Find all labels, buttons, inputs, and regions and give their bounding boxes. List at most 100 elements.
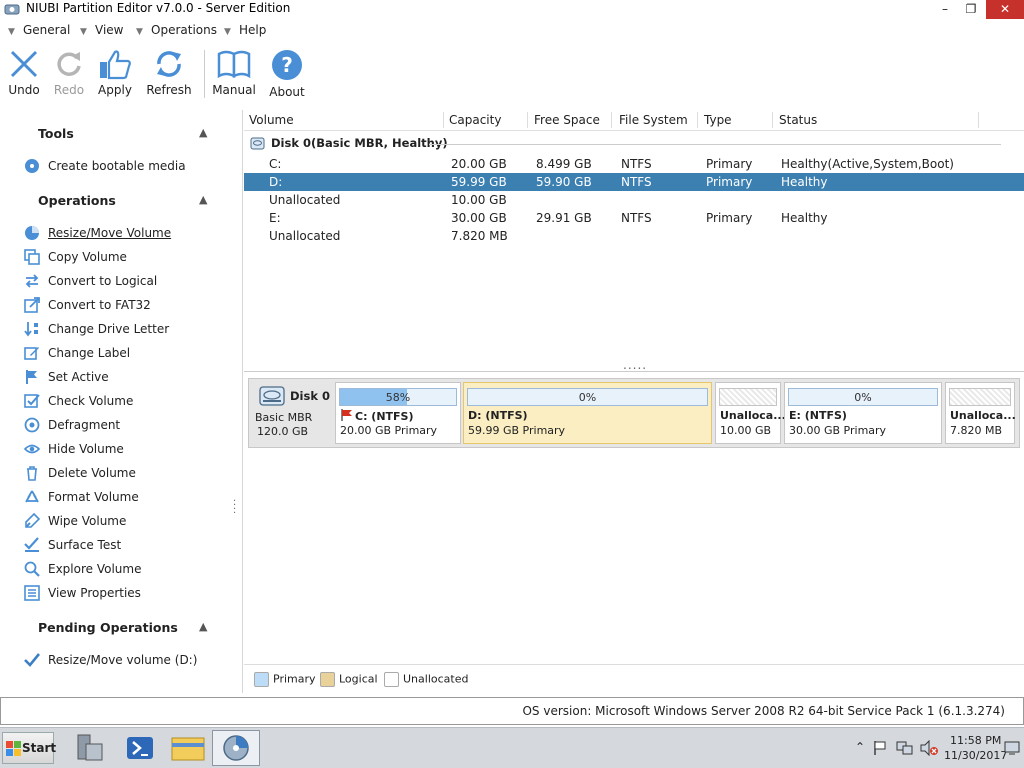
usage-percent: 0% (578, 391, 597, 404)
delete-volume[interactable]: Delete Volume (24, 464, 234, 484)
tools-heading: Tools (38, 126, 74, 141)
tray-expand-icon[interactable]: ⌃ (855, 740, 865, 754)
cell-capacity: 59.99 GB (451, 175, 507, 189)
table-row[interactable]: Unallocated 7.820 MB (244, 227, 1024, 245)
title-bar: NIUBI Partition Editor v7.0.0 - Server E… (0, 0, 1024, 19)
refresh-button[interactable]: Refresh (141, 44, 197, 97)
legend: Primary Logical Unallocated (244, 664, 1024, 693)
legend-swatch (384, 672, 399, 687)
convert-to-logical[interactable]: Convert to Logical (24, 272, 234, 292)
defragment-icon (24, 417, 40, 433)
taskbar-server-manager[interactable] (66, 730, 114, 766)
window-title: NIUBI Partition Editor v7.0.0 - Server E… (26, 1, 291, 15)
surface-test[interactable]: Surface Test (24, 536, 234, 556)
chevron-down-icon: ▼ (136, 27, 143, 37)
change-label[interactable]: Change Label (24, 344, 234, 364)
about-button[interactable]: ? About (259, 44, 315, 99)
col-type[interactable]: Type (704, 113, 732, 127)
col-volume[interactable]: Volume (249, 113, 294, 127)
col-file-system[interactable]: File System (619, 113, 688, 127)
clock-time: 11:58 PM (950, 734, 1002, 747)
collapse-tools-icon[interactable]: ▲ (199, 126, 207, 139)
menu-general[interactable]: ▼ General (8, 23, 70, 37)
clock[interactable]: 11:58 PM 11/30/2017 (944, 733, 1007, 763)
minimize-button[interactable]: – (932, 0, 958, 19)
legend-swatch (254, 672, 269, 687)
collapse-operations-icon[interactable]: ▲ (199, 193, 207, 206)
op-label: Delete Volume (48, 466, 136, 480)
convert-to-fat32[interactable]: Convert to FAT32 (24, 296, 234, 316)
about-icon: ? (272, 50, 302, 80)
partition-block[interactable]: Unalloca... 10.00 GB (715, 382, 786, 444)
create-bootable-media[interactable]: Create bootable media (24, 157, 234, 177)
folder-icon (171, 737, 205, 761)
resize-move-volume[interactable]: Resize/Move Volume (24, 224, 234, 244)
cell-type: Primary (706, 157, 753, 171)
col-status[interactable]: Status (779, 113, 817, 127)
legend-label: Primary (273, 672, 316, 686)
partition-name-text: Unalloca... (720, 409, 786, 422)
convert-fat32-icon (24, 297, 40, 313)
copy-volume[interactable]: Copy Volume (24, 248, 234, 268)
wipe-volume[interactable]: Wipe Volume (24, 512, 234, 532)
manual-button[interactable]: Manual (206, 44, 262, 97)
collapse-pending-icon[interactable]: ▲ (199, 620, 207, 633)
col-divider (772, 112, 773, 128)
table-row[interactable]: Unallocated 10.00 GB (244, 191, 1024, 209)
op-label: Resize/Move volume (D:) (48, 653, 198, 667)
menu-label: General (23, 23, 71, 37)
view-properties[interactable]: View Properties (24, 584, 234, 604)
op-label: View Properties (48, 586, 141, 600)
pane-resize-handle[interactable]: ..... (623, 358, 647, 372)
taskbar-niubi[interactable] (212, 730, 260, 766)
checkmark-icon (24, 653, 40, 667)
network-icon[interactable] (896, 740, 914, 756)
disk-group-row[interactable]: Disk 0(Basic MBR, Healthy) (244, 135, 1024, 153)
partition-name-text: C: (NTFS) (355, 410, 414, 423)
disk-0-info[interactable]: Disk 0 Basic MBR 120.0 GB (251, 381, 333, 445)
volume-muted-icon[interactable] (920, 740, 938, 756)
operations-heading: Operations (38, 193, 116, 208)
col-free-space[interactable]: Free Space (534, 113, 600, 127)
set-active[interactable]: Set Active (24, 368, 234, 388)
start-button[interactable]: Start (2, 732, 56, 764)
legend-logical: Logical (320, 672, 378, 687)
show-desktop-icon[interactable] (1004, 740, 1020, 756)
refresh-icon (157, 51, 181, 77)
taskbar-powershell[interactable] (116, 730, 164, 766)
cell-fs: NTFS (621, 175, 652, 189)
hide-volume[interactable]: Hide Volume (24, 440, 234, 460)
usage-percent: 58% (385, 391, 411, 404)
menu-help[interactable]: ▼ Help (224, 23, 266, 37)
action-center-flag-icon[interactable] (872, 740, 888, 756)
panel-splitter[interactable]: · · · · (233, 497, 237, 519)
check-volume[interactable]: Check Volume (24, 392, 234, 412)
menu-view[interactable]: ▼ View (80, 23, 123, 37)
partition-block[interactable]: 0% D: (NTFS) 59.99 GB Primary (463, 382, 712, 444)
disk-group-label: Disk 0(Basic MBR, Healthy) (271, 136, 448, 150)
col-capacity[interactable]: Capacity (449, 113, 501, 127)
partition-name: C: (NTFS) (340, 409, 414, 423)
partition-block[interactable]: Unalloca... 7.820 MB (945, 382, 1016, 444)
eye-icon (24, 444, 40, 454)
explore-volume[interactable]: Explore Volume (24, 560, 234, 580)
change-drive-letter[interactable]: Change Drive Letter (24, 320, 234, 340)
apply-button[interactable]: Apply (87, 44, 143, 97)
close-button[interactable]: ✕ (986, 0, 1024, 19)
taskbar-explorer[interactable] (164, 730, 212, 766)
format-volume[interactable]: Format Volume (24, 488, 234, 508)
pending-operation[interactable]: Resize/Move volume (D:) (24, 651, 234, 671)
server-manager-icon (77, 734, 103, 761)
table-row[interactable]: C: 20.00 GB 8.499 GB NTFS Primary Healthy(Act… (244, 155, 1024, 173)
partition-block[interactable]: 0% E: (NTFS) 30.00 GB Primary (784, 382, 942, 444)
usage-bar: 0% (788, 388, 938, 406)
undo-icon (10, 50, 38, 78)
clock-date: 11/30/2017 (944, 749, 1008, 762)
menu-operations[interactable]: ▼ Operations (136, 23, 217, 37)
partition-block[interactable]: 58% C: (NTFS) 20.00 GB Primary (335, 382, 461, 444)
defragment[interactable]: Defragment (24, 416, 234, 436)
table-row[interactable]: D: 59.99 GB 59.90 GB NTFS Primary Healthy (244, 173, 1024, 191)
table-row[interactable]: E: 30.00 GB 29.91 GB NTFS Primary Healthy (244, 209, 1024, 227)
maximize-button[interactable]: ❐ (958, 0, 984, 19)
usage-bar: 0% (467, 388, 708, 406)
